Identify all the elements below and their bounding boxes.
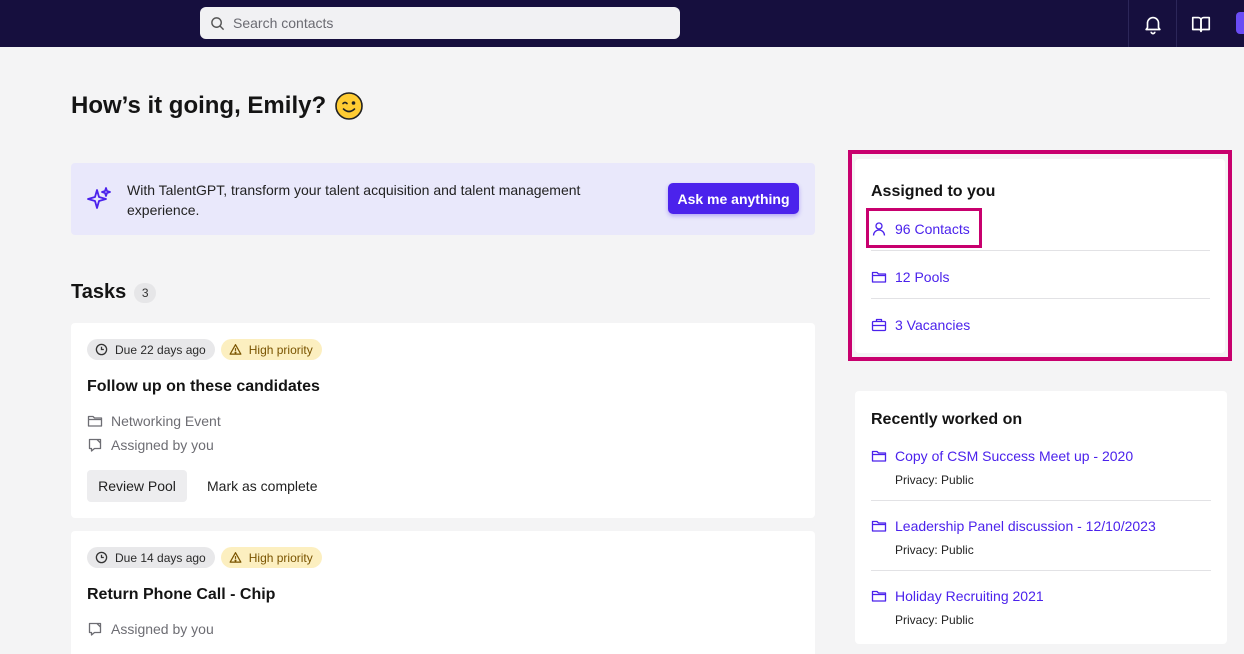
page-title: How’s it going, Emily? <box>71 92 363 120</box>
folder-icon <box>871 590 887 602</box>
recent-item-link[interactable]: Copy of CSM Success Meet up - 2020 <box>871 448 1133 464</box>
search-bar[interactable] <box>200 7 680 39</box>
task-card: Due 14 days ago High priority Return Pho… <box>71 531 815 654</box>
contacts-link-text: 96 Contacts <box>895 221 970 237</box>
folder-icon <box>871 450 887 462</box>
briefcase-icon <box>871 318 887 332</box>
assigned-title: Assigned to you <box>871 183 996 200</box>
task-assigned-text: Assigned by you <box>111 437 214 453</box>
tasks-header: Tasks 3 <box>71 281 157 304</box>
due-badge: Due 14 days ago <box>87 547 215 568</box>
task-tags: Due 22 days ago High priority <box>87 339 322 360</box>
sparkle-icon <box>87 187 111 209</box>
recent-item-link[interactable]: Leadership Panel discussion - 12/10/2023 <box>871 518 1156 534</box>
banner-text: With TalentGPT, transform your talent ac… <box>127 182 581 218</box>
privacy-label: Privacy: <box>895 543 938 557</box>
talentgpt-banner: With TalentGPT, transform your talent ac… <box>71 163 815 235</box>
warning-icon <box>229 344 242 355</box>
priority-badge: High priority <box>220 547 322 568</box>
bell-icon <box>1144 16 1161 34</box>
greeting-text: How’s it going, Emily? <box>71 92 327 119</box>
vacancies-link-text: 3 Vacancies <box>895 317 971 333</box>
task-tags: Due 14 days ago High priority <box>87 547 322 568</box>
divider <box>871 500 1211 501</box>
contacts-link[interactable]: 96 Contacts <box>871 221 970 237</box>
recent-item-name: Copy of CSM Success Meet up - 2020 <box>895 448 1134 464</box>
assigned-icon <box>88 438 102 452</box>
divider <box>871 298 1210 299</box>
task-assigned: Assigned by you <box>87 621 214 637</box>
folder-icon <box>871 271 887 283</box>
person-icon <box>872 222 886 236</box>
pools-link[interactable]: 12 Pools <box>871 269 949 285</box>
recent-item-privacy: Privacy: Public <box>895 613 974 627</box>
recent-item-name: Leadership Panel discussion - 12/10/2023 <box>895 518 1156 534</box>
recent-item-privacy: Privacy: Public <box>895 543 974 557</box>
task-card: Due 22 days ago High priority Follow up … <box>71 323 815 518</box>
warning-icon <box>229 552 242 563</box>
task-pool-text: Networking Event <box>111 413 221 429</box>
privacy-label: Privacy: <box>895 613 938 627</box>
task-title: Follow up on these candidates <box>87 378 320 395</box>
recently-worked-on-panel: Recently worked on Copy of CSM Success M… <box>855 391 1227 644</box>
priority-text: High priority <box>248 342 313 357</box>
task-assigned-text: Assigned by you <box>111 621 214 637</box>
divider <box>871 250 1210 251</box>
task-actions: Review Pool Mark as complete <box>87 470 317 502</box>
ask-me-anything-button[interactable]: Ask me anything <box>668 183 799 214</box>
recent-item-privacy: Privacy: Public <box>895 473 974 487</box>
clock-icon <box>95 343 108 356</box>
assigned-icon <box>88 622 102 636</box>
priority-text: High priority <box>248 550 313 565</box>
due-badge: Due 22 days ago <box>87 339 215 360</box>
review-pool-button[interactable]: Review Pool <box>87 470 187 502</box>
folder-icon <box>87 415 103 427</box>
priority-badge: High priority <box>220 339 322 360</box>
recent-title: Recently worked on <box>871 411 1023 428</box>
task-assigned: Assigned by you <box>87 437 214 453</box>
privacy-label: Privacy: <box>895 473 938 487</box>
tasks-title: Tasks <box>71 281 127 303</box>
notifications-button[interactable] <box>1128 0 1176 47</box>
due-text: Due 14 days ago <box>115 550 206 565</box>
recent-item-link[interactable]: Holiday Recruiting 2021 <box>871 588 1044 604</box>
avatar[interactable] <box>1236 12 1244 34</box>
top-navigation-bar <box>0 0 1244 47</box>
task-pool: Networking Event <box>87 413 221 429</box>
due-text: Due 22 days ago <box>115 342 206 357</box>
vacancies-link[interactable]: 3 Vacancies <box>871 317 970 333</box>
folder-icon <box>871 520 887 532</box>
recent-item-name: Holiday Recruiting 2021 <box>895 588 1044 604</box>
pools-link-text: 12 Pools <box>895 269 950 285</box>
clock-icon <box>95 551 108 564</box>
tasks-count-badge: 3 <box>134 282 157 303</box>
task-title: Return Phone Call - Chip <box>87 586 276 603</box>
book-icon <box>1191 16 1210 32</box>
winking-face-icon <box>335 92 363 120</box>
assigned-to-you-panel: Assigned to you 96 Contacts 12 Pools 3 V… <box>855 159 1225 353</box>
search-icon <box>211 16 225 30</box>
help-docs-button[interactable] <box>1176 0 1224 47</box>
privacy-value: Public <box>941 473 974 487</box>
privacy-value: Public <box>941 613 974 627</box>
privacy-value: Public <box>941 543 974 557</box>
mark-as-complete-button[interactable]: Mark as complete <box>207 478 317 494</box>
divider <box>871 570 1211 571</box>
search-input[interactable] <box>233 15 653 31</box>
